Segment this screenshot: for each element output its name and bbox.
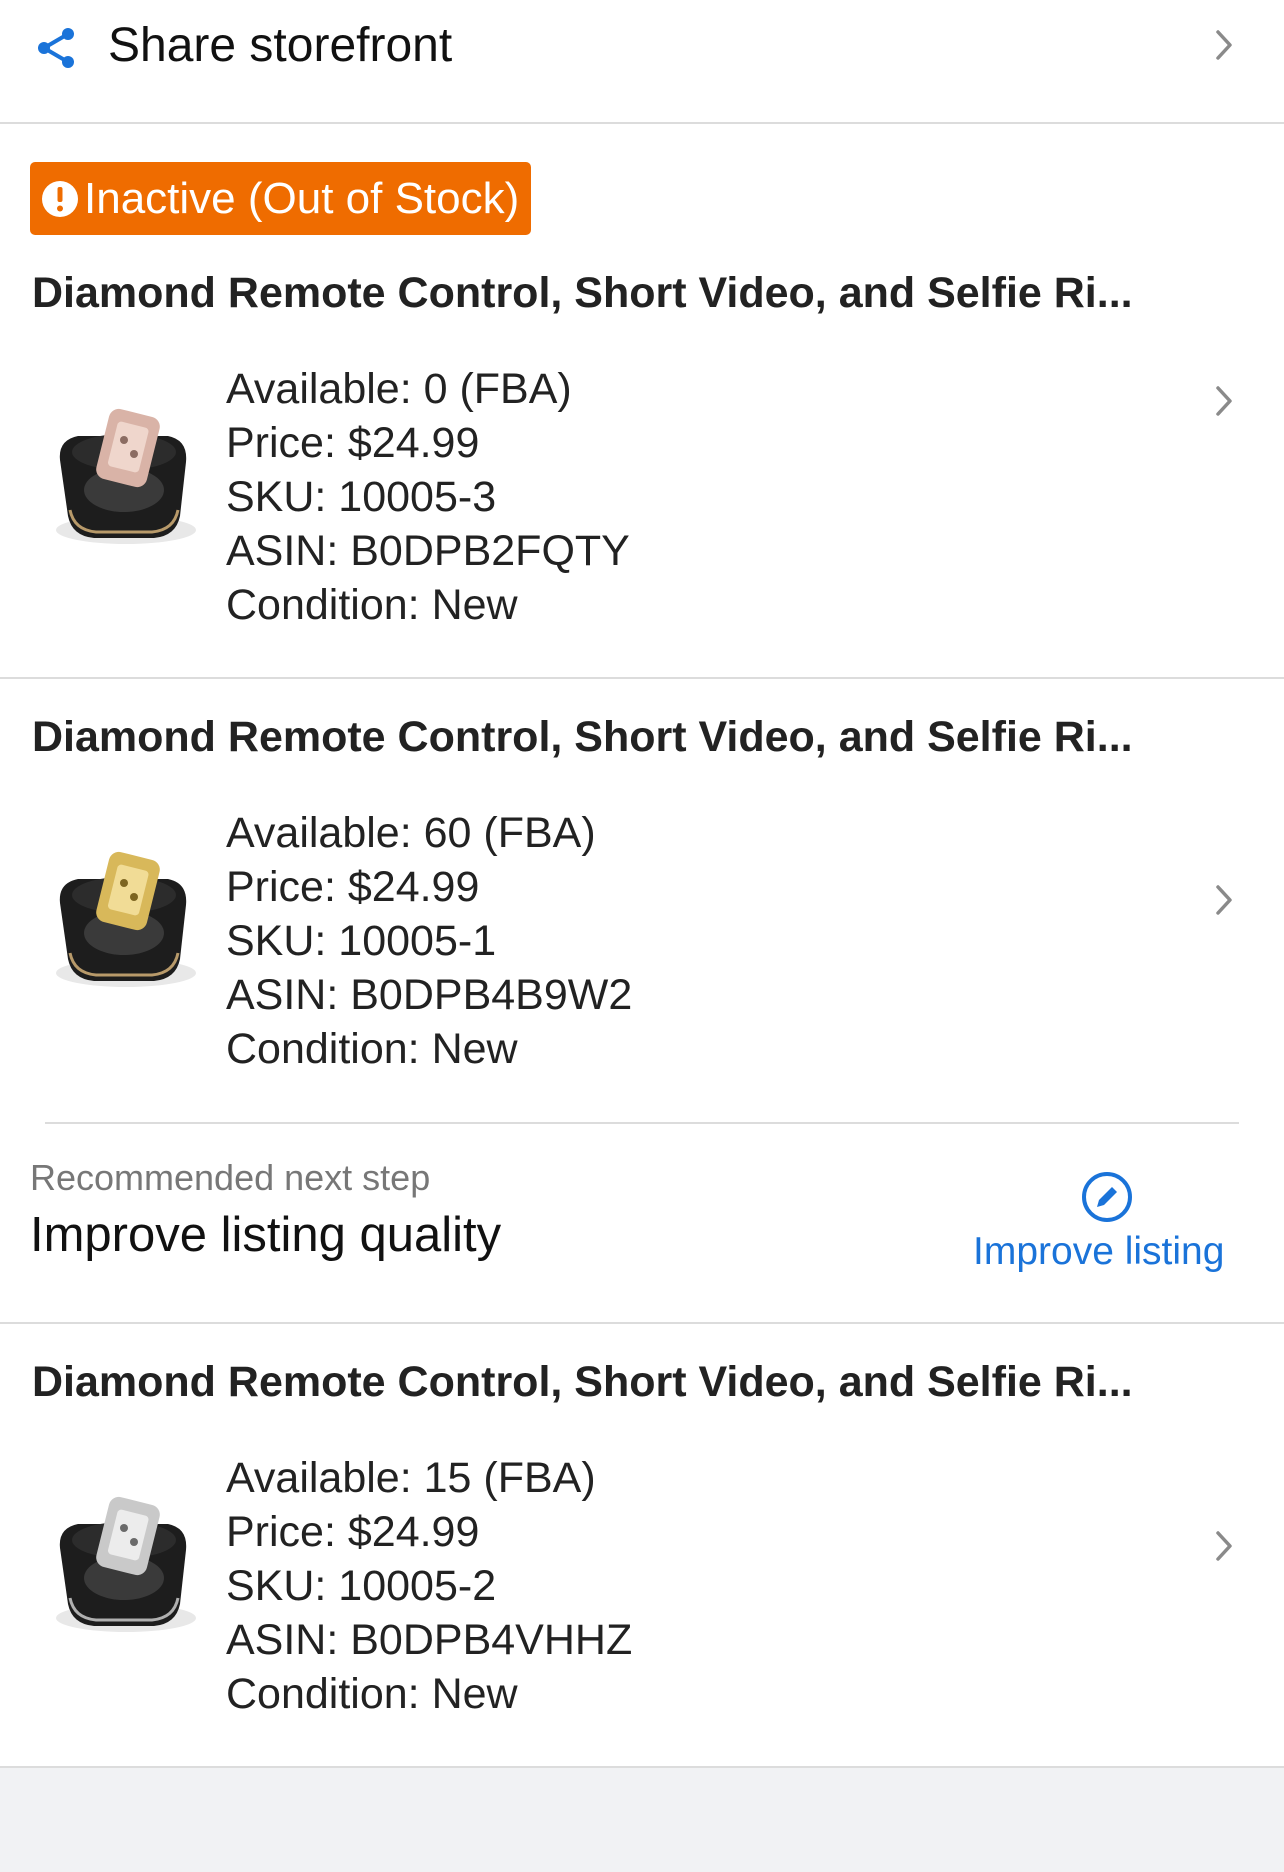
- share-storefront-row[interactable]: Share storefront: [0, 0, 1284, 124]
- asin: ASIN: B0DPB2FQTY: [226, 527, 630, 575]
- price: Price: $24.99: [226, 863, 480, 911]
- chevron-right-icon: [1216, 885, 1232, 915]
- edit-pencil-icon: [1082, 1172, 1132, 1222]
- available-quantity: Available: 60 (FBA): [226, 809, 596, 857]
- chevron-right-icon: [1216, 30, 1232, 60]
- divider: [0, 1766, 1284, 1768]
- status-badge: Inactive (Out of Stock): [30, 162, 532, 235]
- listing-details: Available: 0 (FBA) Price: $24.99 SKU: 10…: [226, 362, 630, 632]
- available-quantity: Available: 15 (FBA): [226, 1454, 596, 1502]
- recommendation-kicker: Recommended next step: [30, 1157, 431, 1198]
- divider: [45, 1122, 1239, 1124]
- chevron-right-icon: [1216, 386, 1232, 416]
- listing-title: Diamond Remote Control, Short Video, and…: [32, 269, 1133, 317]
- divider: [0, 677, 1284, 679]
- price: Price: $24.99: [226, 419, 480, 467]
- divider: [0, 1322, 1284, 1324]
- condition: Condition: New: [226, 1025, 518, 1073]
- improve-listing-label: Improve listing: [973, 1230, 1225, 1273]
- condition: Condition: New: [226, 1670, 518, 1718]
- sku: SKU: 10005-2: [226, 1562, 497, 1610]
- sku: SKU: 10005-3: [226, 473, 497, 521]
- asin: ASIN: B0DPB4B9W2: [226, 971, 633, 1019]
- chevron-right-icon: [1216, 1531, 1232, 1561]
- improve-listing-button[interactable]: Improve listing: [960, 1166, 1260, 1276]
- price: Price: $24.99: [226, 1508, 480, 1556]
- sku: SKU: 10005-1: [226, 917, 497, 965]
- listing-sheet: Share storefront Inactive (Out of Stock)…: [0, 0, 1284, 1768]
- condition: Condition: New: [226, 581, 518, 629]
- status-badge-label: Inactive (Out of Stock): [84, 174, 520, 223]
- listing-title: Diamond Remote Control, Short Video, and…: [32, 1358, 1133, 1406]
- available-quantity: Available: 0 (FBA): [226, 365, 572, 413]
- share-storefront-label: Share storefront: [108, 19, 453, 72]
- share-icon: [38, 28, 74, 68]
- listing-details: Available: 60 (FBA) Price: $24.99 SKU: 1…: [226, 806, 632, 1076]
- product-thumbnail: [56, 851, 196, 987]
- asin: ASIN: B0DPB4VHHZ: [226, 1616, 633, 1664]
- recommendation-title: Improve listing quality: [30, 1208, 502, 1262]
- product-thumbnail: [56, 1496, 196, 1632]
- alert-circle-icon: [42, 180, 78, 217]
- listing-title: Diamond Remote Control, Short Video, and…: [32, 713, 1133, 761]
- product-thumbnail: [56, 408, 196, 544]
- listing-details: Available: 15 (FBA) Price: $24.99 SKU: 1…: [226, 1451, 632, 1721]
